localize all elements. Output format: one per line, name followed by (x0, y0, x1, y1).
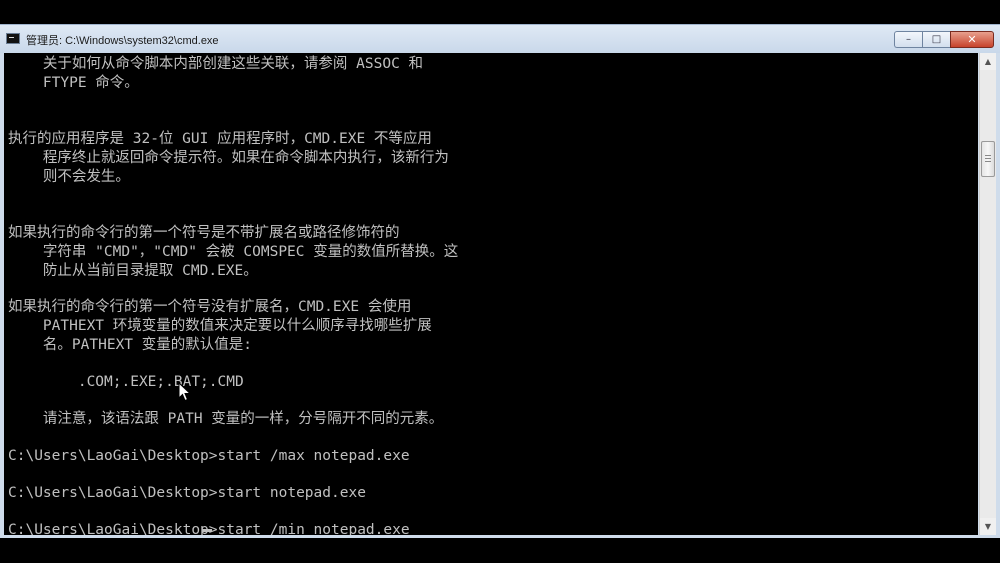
maximize-button[interactable]: □ (922, 31, 950, 48)
window-controls: – □ ✕ (894, 31, 994, 49)
console-line: C:\Users\LaoGai\Desktop>start notepad.ex… (8, 485, 366, 501)
console-line: 执行的应用程序是 32-位 GUI 应用程序时，CMD.EXE 不等应用 (8, 131, 432, 147)
console-line: PATHEXT 环境变量的数值来决定要以什么顺序寻找哪些扩展 (8, 318, 432, 334)
mouse-pointer-icon (178, 382, 192, 402)
cmd-icon[interactable] (6, 33, 20, 44)
close-icon: ✕ (967, 33, 977, 46)
console-line: 程序终止就返回命令提示符。如果在命令脚本内执行，该新行为 (8, 150, 449, 166)
minimize-button[interactable]: – (894, 31, 922, 48)
close-button[interactable]: ✕ (950, 31, 994, 48)
scroll-up-button[interactable]: ▲ (980, 53, 996, 70)
console-line: FTYPE 命令。 (8, 75, 139, 91)
title-bar[interactable]: 管理员: C:\Windows\system32\cmd.exe – □ ✕ (0, 25, 1000, 53)
console-line: C:\Users\LaoGai\Desktop>start /max notep… (8, 448, 410, 464)
console-line: 字符串 "CMD"，"CMD" 会被 COMSPEC 变量的数值所替换。这 (8, 244, 459, 260)
minimize-icon: – (906, 34, 911, 45)
cmd-window: 管理员: C:\Windows\system32\cmd.exe – □ ✕ 关… (0, 24, 1000, 538)
console-line: 请注意，该语法跟 PATH 变量的一样，分号隔开不同的元素。 (8, 411, 444, 427)
console-line: 名。PATHEXT 变量的默认值是: (8, 337, 252, 353)
window-title: 管理员: C:\Windows\system32\cmd.exe (26, 35, 219, 47)
console-line: 如果执行的命令行的第一个符号是不带扩展名或路径修饰符的 (8, 225, 400, 241)
console-output[interactable]: 关于如何从命令脚本内部创建这些关联，请参阅 ASSOC 和 FTYPE 命令。执… (4, 53, 978, 535)
maximize-icon: □ (931, 34, 942, 45)
console-line: C:\Users\LaoGai\Desktop>start /min notep… (8, 522, 410, 535)
vertical-scrollbar[interactable]: ▲ ▼ (979, 53, 996, 535)
console-line: .COM;.EXE;.BAT;.CMD (8, 374, 244, 390)
console-line: 则不会发生。 (8, 169, 130, 185)
console-line: 防止从当前目录提取 CMD.EXE。 (8, 263, 258, 279)
console-line: 如果执行的命令行的第一个符号没有扩展名，CMD.EXE 会使用 (8, 299, 412, 315)
console-line: 关于如何从命令脚本内部创建这些关联，请参阅 ASSOC 和 (8, 56, 424, 72)
scroll-down-button[interactable]: ▼ (980, 518, 996, 535)
text-cursor (202, 529, 212, 532)
scroll-thumb[interactable] (981, 141, 995, 177)
